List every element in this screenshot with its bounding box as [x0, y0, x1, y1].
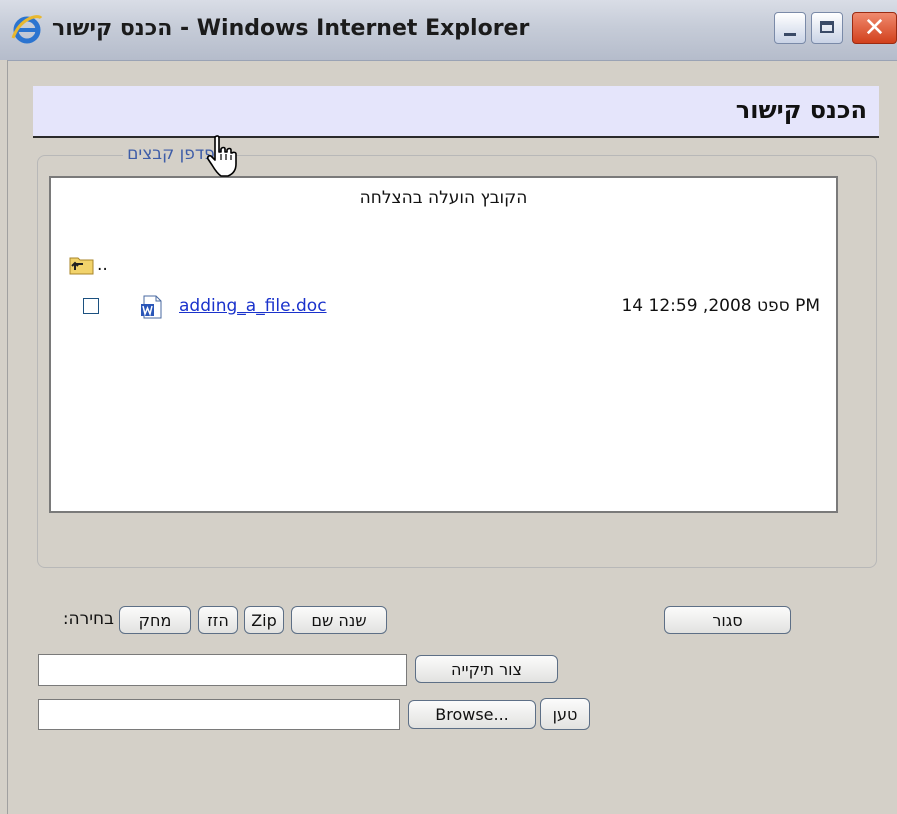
dialog-title: הכנס קישור: [735, 96, 867, 124]
file-browser-legend: דפדפן קבצים: [123, 144, 228, 164]
close-dialog-button[interactable]: סגור: [664, 606, 791, 634]
move-button[interactable]: הזז: [198, 606, 238, 634]
create-folder-button[interactable]: צור תיקייה: [415, 655, 558, 683]
file-modified-date: 14 ספט 2008, 12:59 PM: [621, 296, 820, 316]
folder-up-icon: [69, 257, 94, 275]
browser-window: הכנס קישור - Windows Internet Explorer ✕…: [0, 0, 897, 814]
selection-label: בחירה:: [62, 609, 114, 629]
file-row: adding_a_file.doc 14 ספט 2008, 12:59 PM: [51, 294, 836, 324]
file-select-checkbox[interactable]: [83, 298, 99, 314]
file-name-link[interactable]: adding_a_file.doc: [179, 296, 327, 316]
upload-status-message: הקובץ הועלה בהצלחה: [359, 188, 528, 208]
zip-button[interactable]: Zip: [244, 606, 284, 634]
dialog-header: הכנס קישור: [33, 86, 879, 138]
file-list-panel: הקובץ הועלה בהצלחה .. adding_a_file.doc …: [49, 176, 838, 513]
browse-button[interactable]: Browse...: [408, 700, 536, 729]
delete-button[interactable]: מחק: [119, 606, 191, 634]
internet-explorer-icon: [11, 15, 43, 44]
window-title: הכנס קישור - Windows Internet Explorer: [52, 16, 530, 41]
word-document-icon: [141, 295, 162, 319]
parent-folder-link[interactable]: ..: [69, 254, 108, 276]
minimize-button[interactable]: [774, 12, 806, 44]
maximize-button[interactable]: [811, 12, 843, 44]
window-close-button[interactable]: ✕: [852, 12, 897, 44]
rename-button[interactable]: שנה שם: [291, 606, 387, 634]
new-folder-name-input[interactable]: [38, 654, 407, 686]
close-icon: ✕: [863, 13, 886, 43]
window-left-edge: [0, 60, 8, 814]
upload-file-path-input[interactable]: [38, 699, 400, 730]
maximize-icon: [820, 21, 834, 33]
parent-folder-label: ..: [97, 255, 108, 275]
title-bar: הכנס קישור - Windows Internet Explorer ✕: [0, 0, 897, 61]
minimize-icon: [784, 33, 796, 36]
upload-button[interactable]: טען: [540, 698, 590, 730]
